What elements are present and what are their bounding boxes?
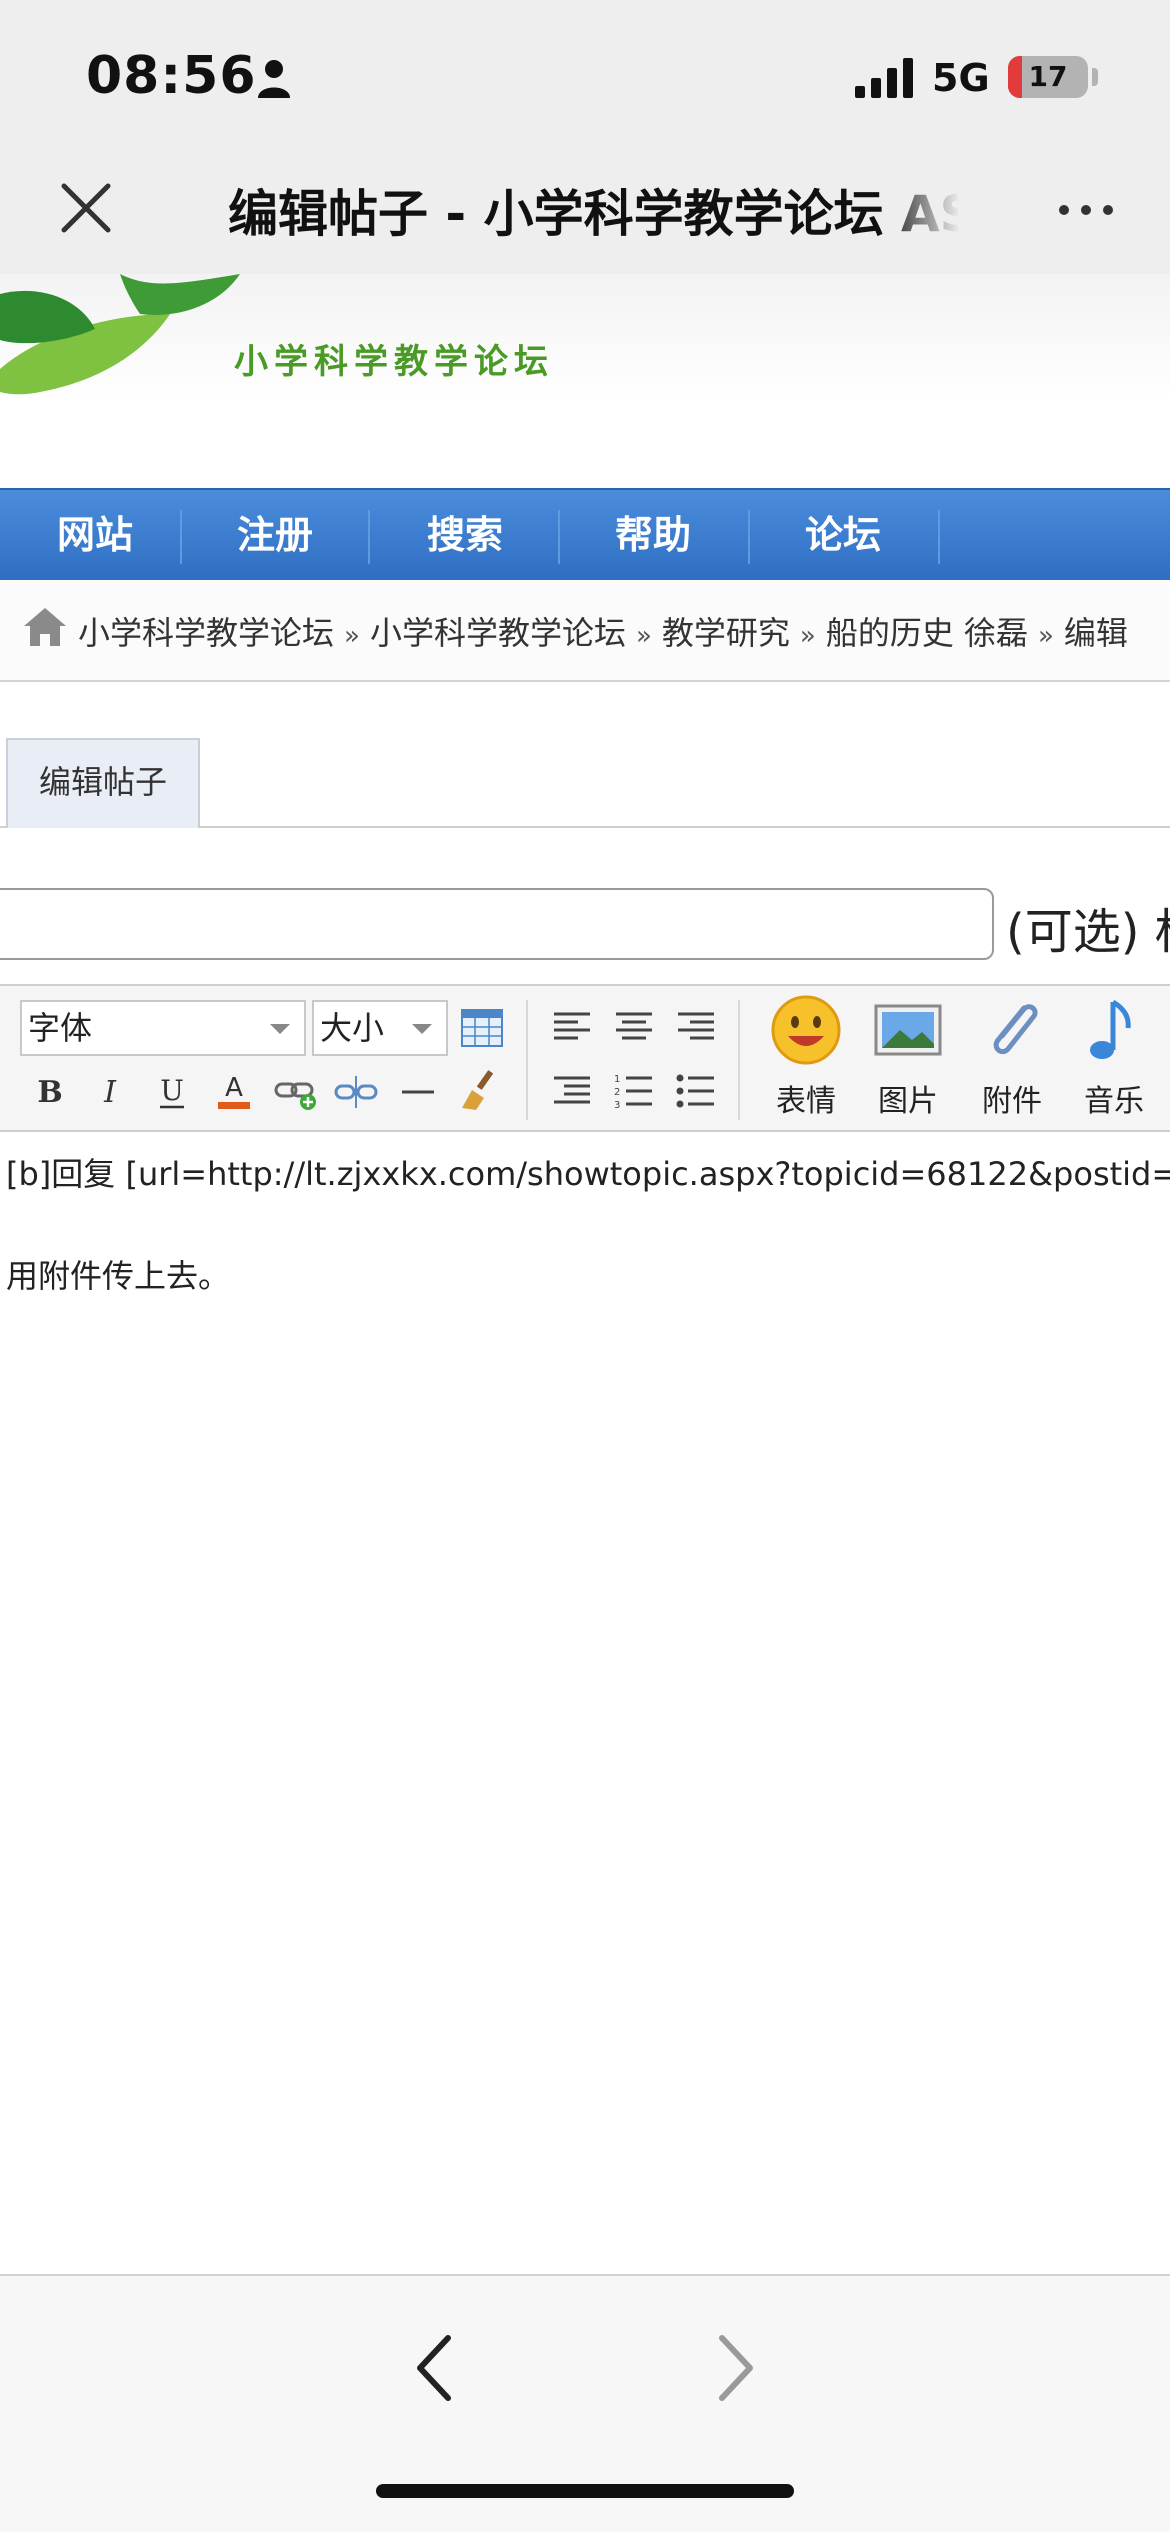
- nav-divider: [938, 510, 940, 564]
- title-optional-label: (可选) 标: [1006, 904, 1170, 960]
- size-select-label: 大小: [320, 1009, 385, 1047]
- svg-text:3: 3: [614, 1100, 620, 1111]
- main-nav: 网站 注册 搜索 帮助 论坛: [0, 488, 1170, 580]
- chevron-down-icon: [412, 1024, 432, 1034]
- breadcrumb-separator: »: [635, 621, 652, 651]
- music-button-label: 音乐: [1084, 1084, 1144, 1119]
- align-left-icon[interactable]: [550, 1006, 594, 1050]
- title-fade: [880, 170, 960, 250]
- svg-text:2: 2: [614, 1087, 620, 1098]
- home-icon[interactable]: [22, 604, 68, 650]
- breadcrumb-separator: »: [344, 621, 360, 651]
- paperclip-icon: [993, 1004, 1038, 1055]
- italic-icon[interactable]: I: [88, 1070, 132, 1114]
- image-button-label: 图片: [878, 1084, 938, 1119]
- site-logo-text[interactable]: 小学科学教学论坛: [234, 334, 554, 383]
- battery-cap: [1092, 68, 1098, 86]
- font-select-label: 字体: [28, 1009, 93, 1047]
- breadcrumb: 小学科学教学论坛 » 小学科学教学论坛 » 教学研究 » 船的历史 徐磊 » 编辑: [0, 580, 1170, 682]
- svg-text:B: B: [37, 1075, 62, 1110]
- network-type: 5G: [932, 56, 990, 100]
- battery-icon: 17: [1008, 56, 1088, 98]
- svg-text:I: I: [103, 1075, 117, 1110]
- bullet-list-icon[interactable]: [674, 1070, 718, 1114]
- image-button[interactable]: 图片: [860, 994, 956, 1124]
- editor-text-line: 用附件传上去。: [6, 1257, 231, 1295]
- bold-icon[interactable]: B: [28, 1070, 72, 1114]
- chevron-down-icon: [270, 1024, 290, 1034]
- font-select[interactable]: 字体: [20, 1000, 306, 1056]
- post-title-input[interactable]: [0, 888, 994, 960]
- emoji-button[interactable]: 表情: [758, 994, 854, 1124]
- align-center-icon[interactable]: [612, 1006, 656, 1050]
- nav-item-help[interactable]: 帮助: [558, 490, 748, 582]
- horizontal-rule-icon[interactable]: [396, 1070, 440, 1114]
- site-header: 小学科学教学论坛: [0, 274, 1170, 488]
- close-icon[interactable]: [56, 178, 116, 238]
- breadcrumb-item[interactable]: 船的历史 徐磊: [826, 614, 1028, 652]
- underline-icon[interactable]: U: [150, 1070, 194, 1114]
- image-icon: [874, 1004, 942, 1056]
- breadcrumb-current: 编辑: [1063, 614, 1128, 652]
- nav-item-register[interactable]: 注册: [180, 490, 370, 582]
- nav-item-search[interactable]: 搜索: [370, 490, 560, 582]
- cellular-signal-icon: [855, 58, 913, 98]
- tab-strip: 编辑帖子: [0, 736, 1170, 828]
- editor-text-line: [b]回复 [url=http://lt.zjxxkx.com/showtopi…: [6, 1155, 1170, 1193]
- align-right-icon[interactable]: [674, 1006, 718, 1050]
- browser-header: 编辑帖子 - 小学科学教学论坛 AS: [0, 150, 1170, 274]
- home-indicator[interactable]: [376, 2484, 794, 2498]
- browser-bottom-bar: [0, 2276, 1170, 2532]
- emoji-button-label: 表情: [776, 1084, 836, 1119]
- breadcrumb-item[interactable]: 教学研究: [662, 614, 790, 652]
- battery-percent: 17: [1028, 60, 1068, 93]
- status-time: 08:56: [86, 46, 257, 106]
- breadcrumb-item[interactable]: 小学科学教学论坛: [370, 614, 626, 652]
- breadcrumb-item[interactable]: 小学科学教学论坛: [78, 614, 334, 652]
- breadcrumb-trail: 小学科学教学论坛 » 小学科学教学论坛 » 教学研究 » 船的历史 徐磊 » 编辑: [78, 608, 1128, 654]
- page-title: 编辑帖子 - 小学科学教学论坛 AS: [228, 185, 958, 243]
- remove-link-icon[interactable]: [334, 1070, 378, 1114]
- insert-link-icon[interactable]: [274, 1070, 318, 1114]
- smiley-icon: [771, 995, 841, 1065]
- breadcrumb-separator: »: [1038, 621, 1054, 651]
- nav-item-website[interactable]: 网站: [0, 490, 190, 582]
- music-button[interactable]: 音乐: [1066, 994, 1162, 1124]
- size-select[interactable]: 大小: [312, 1000, 448, 1056]
- svg-text:A: A: [225, 1073, 243, 1103]
- forward-arrow-icon[interactable]: [706, 2328, 766, 2408]
- post-content-editor[interactable]: [b]回复 [url=http://lt.zjxxkx.com/showtopi…: [0, 1132, 1170, 2276]
- leaf-logo-icon[interactable]: [0, 274, 250, 404]
- back-arrow-icon[interactable]: [404, 2328, 464, 2408]
- svg-text:1: 1: [614, 1074, 620, 1085]
- music-note-icon: [1090, 999, 1131, 1059]
- editor-toolbar: 字体 大小 B I U A 1 2 3 表情 图片 附件 音乐: [0, 984, 1170, 1132]
- attachment-button-label: 附件: [982, 1084, 1042, 1119]
- svg-text:U: U: [160, 1074, 184, 1107]
- person-icon: [258, 60, 290, 98]
- more-options-icon[interactable]: [1056, 200, 1116, 220]
- toolbar-divider: [526, 1000, 528, 1120]
- tab-edit-post[interactable]: 编辑帖子: [6, 738, 200, 828]
- font-color-icon[interactable]: A: [212, 1068, 256, 1112]
- indent-icon[interactable]: [550, 1070, 594, 1114]
- clear-format-brush-icon[interactable]: [458, 1068, 502, 1112]
- attachment-button[interactable]: 附件: [964, 994, 1060, 1124]
- nav-item-forum[interactable]: 论坛: [748, 490, 938, 582]
- numbered-list-icon[interactable]: 1 2 3: [612, 1070, 656, 1114]
- status-bar: 08:56 5G 17: [0, 0, 1170, 150]
- breadcrumb-separator: »: [799, 621, 816, 651]
- table-icon[interactable]: [460, 1006, 504, 1050]
- editor-blank-line: [6, 1198, 1164, 1252]
- toolbar-divider: [738, 1000, 740, 1120]
